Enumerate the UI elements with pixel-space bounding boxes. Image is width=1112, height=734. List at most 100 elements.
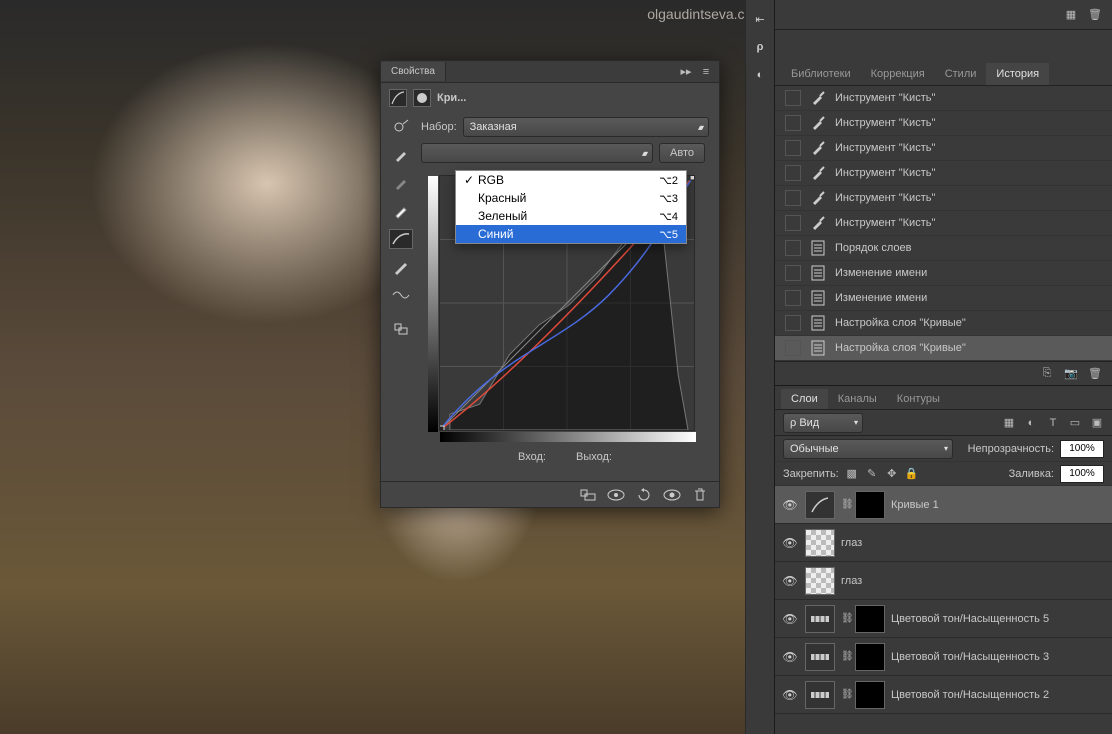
history-item[interactable]: Настройка слоя "Кривые" xyxy=(775,311,1112,336)
visibility-icon[interactable] xyxy=(663,487,681,503)
blend-mode-dropdown[interactable]: Обычные ▾ xyxy=(783,439,953,459)
tab-библиотеки[interactable]: Библиотеки xyxy=(781,63,861,85)
collapse-icon[interactable]: ▸▸ xyxy=(679,65,693,79)
collapse-icon[interactable]: ⇤ xyxy=(751,10,769,28)
adjustment-thumbnail[interactable] xyxy=(805,491,835,519)
filter-type-icon[interactable]: T xyxy=(1046,416,1060,430)
clip-icon[interactable] xyxy=(579,487,597,503)
lock-position-icon[interactable]: ✥ xyxy=(885,467,899,481)
new-doc-from-state-icon[interactable]: ⎘ xyxy=(1040,367,1054,381)
adjustment-thumbnail[interactable] xyxy=(805,643,835,671)
reset-icon[interactable] xyxy=(635,487,653,503)
fill-field[interactable]: 100% xyxy=(1060,465,1104,483)
layer-row[interactable]: 👁 ⛓ Цветовой тон/Насыщенность 5 xyxy=(775,600,1112,638)
clip-to-layer-icon[interactable] xyxy=(389,319,413,339)
history-snapshot-box[interactable] xyxy=(785,315,801,331)
target-adjust-icon[interactable] xyxy=(389,117,413,137)
smooth-curve-icon[interactable] xyxy=(389,285,413,305)
adjustment-thumbnail[interactable] xyxy=(805,681,835,709)
gray-point-eyedropper-icon[interactable] xyxy=(389,173,413,193)
lock-all-icon[interactable]: 🔒 xyxy=(905,467,919,481)
layer-row[interactable]: 👁 ⛓ Цветовой тон/Насыщенность 2 xyxy=(775,676,1112,714)
filter-smart-icon[interactable]: ▣ xyxy=(1090,416,1104,430)
tab-коррекция[interactable]: Коррекция xyxy=(861,63,935,85)
view-previous-icon[interactable] xyxy=(607,487,625,503)
layer-row[interactable]: 👁 глаз xyxy=(775,562,1112,600)
layer-name[interactable]: глаз xyxy=(841,575,862,587)
mask-thumbnail[interactable] xyxy=(855,605,885,633)
layer-thumbnail[interactable] xyxy=(805,567,835,595)
visibility-toggle[interactable]: 👁 xyxy=(781,536,799,550)
link-icon[interactable]: ⛓ xyxy=(841,651,849,662)
history-list[interactable]: Инструмент "Кисть"Инструмент "Кисть"Инст… xyxy=(775,86,1112,362)
paragraph-icon[interactable]: ρ xyxy=(751,38,769,56)
layer-name[interactable]: Цветовой тон/Насыщенность 3 xyxy=(891,651,1049,663)
history-item[interactable]: Инструмент "Кисть" xyxy=(775,136,1112,161)
history-snapshot-box[interactable] xyxy=(785,240,801,256)
mask-thumbnail[interactable] xyxy=(855,643,885,671)
tab-стили[interactable]: Стили xyxy=(935,63,987,85)
camera-icon[interactable]: 📷 xyxy=(1064,367,1078,381)
layer-filter-dropdown[interactable]: ρ Вид ▾ xyxy=(783,413,863,433)
layer-name[interactable]: Цветовой тон/Насыщенность 2 xyxy=(891,689,1049,701)
opacity-field[interactable]: 100% xyxy=(1060,440,1104,458)
layer-name[interactable]: глаз xyxy=(841,537,862,549)
preset-dropdown[interactable]: Заказная ▴▾ xyxy=(463,117,709,137)
visibility-toggle[interactable]: 👁 xyxy=(781,650,799,664)
trash-icon[interactable] xyxy=(691,487,709,503)
history-snapshot-box[interactable] xyxy=(785,115,801,131)
layer-list[interactable]: 👁 ⛓ Кривые 1 👁 глаз 👁 глаз 👁 ⛓ Цветовой тон/Насыщ… xyxy=(775,486,1112,734)
curve-point-tool-icon[interactable] xyxy=(389,229,413,249)
history-item[interactable]: Изменение имени xyxy=(775,286,1112,311)
layer-name[interactable]: Цветовой тон/Насыщенность 5 xyxy=(891,613,1049,625)
history-snapshot-box[interactable] xyxy=(785,190,801,206)
panel-menu-icon[interactable]: ≡ xyxy=(699,65,713,79)
history-snapshot-box[interactable] xyxy=(785,265,801,281)
layer-row[interactable]: 👁 ⛓ Цветовой тон/Насыщенность 3 xyxy=(775,638,1112,676)
channel-menu-item[interactable]: Синий⌥5 xyxy=(456,225,686,243)
layer-thumbnail[interactable] xyxy=(805,529,835,557)
panel-header[interactable]: Свойства ▸▸ ≡ xyxy=(381,61,719,83)
channel-menu-item[interactable]: ✓RGB⌥2 xyxy=(456,171,686,189)
white-point-eyedropper-icon[interactable] xyxy=(389,201,413,221)
tab-история[interactable]: История xyxy=(986,63,1049,85)
layer-row[interactable]: 👁 глаз xyxy=(775,524,1112,562)
visibility-toggle[interactable]: 👁 xyxy=(781,574,799,588)
history-item[interactable]: Изменение имени xyxy=(775,261,1112,286)
history-snapshot-box[interactable] xyxy=(785,140,801,156)
channel-menu-item[interactable]: Зеленый⌥4 xyxy=(456,207,686,225)
history-item[interactable]: Порядок слоев xyxy=(775,236,1112,261)
history-item[interactable]: Инструмент "Кисть" xyxy=(775,111,1112,136)
filter-adjust-icon[interactable]: ◐ xyxy=(1024,416,1038,430)
visibility-toggle[interactable]: 👁 xyxy=(781,688,799,702)
layer-name[interactable]: Кривые 1 xyxy=(891,499,939,511)
tab-каналы[interactable]: Каналы xyxy=(828,389,887,409)
trash-icon[interactable]: 🗑 xyxy=(1088,8,1102,22)
visibility-toggle[interactable]: 👁 xyxy=(781,612,799,626)
history-item[interactable]: Инструмент "Кисть" xyxy=(775,186,1112,211)
tab-контуры[interactable]: Контуры xyxy=(887,389,950,409)
history-snapshot-box[interactable] xyxy=(785,165,801,181)
curve-pencil-tool-icon[interactable] xyxy=(389,257,413,277)
history-item[interactable]: Инструмент "Кисть" xyxy=(775,211,1112,236)
visibility-toggle[interactable]: 👁 xyxy=(781,498,799,512)
trash-icon[interactable]: 🗑 xyxy=(1088,367,1102,381)
mask-thumbnail[interactable] xyxy=(855,681,885,709)
tab-слои[interactable]: Слои xyxy=(781,389,828,409)
history-item[interactable]: Инструмент "Кисть" xyxy=(775,86,1112,111)
mask-thumbnail[interactable] xyxy=(855,491,885,519)
auto-button[interactable]: Авто xyxy=(659,143,705,163)
link-icon[interactable]: ⛓ xyxy=(841,689,849,700)
adjustment-thumbnail[interactable] xyxy=(805,605,835,633)
filter-pixel-icon[interactable]: ▦ xyxy=(1002,416,1016,430)
history-snapshot-box[interactable] xyxy=(785,340,801,356)
lock-transparent-icon[interactable]: ▩ xyxy=(845,467,859,481)
history-snapshot-box[interactable] xyxy=(785,215,801,231)
dock-icon[interactable]: ▦ xyxy=(1064,8,1078,22)
link-icon[interactable]: ⛓ xyxy=(841,613,849,624)
lock-pixels-icon[interactable]: ✎ xyxy=(865,467,879,481)
history-item[interactable]: Настройка слоя "Кривые" xyxy=(775,336,1112,361)
link-icon[interactable]: ⛓ xyxy=(841,499,849,510)
filter-shape-icon[interactable]: ▭ xyxy=(1068,416,1082,430)
channel-menu-item[interactable]: Красный⌥3 xyxy=(456,189,686,207)
